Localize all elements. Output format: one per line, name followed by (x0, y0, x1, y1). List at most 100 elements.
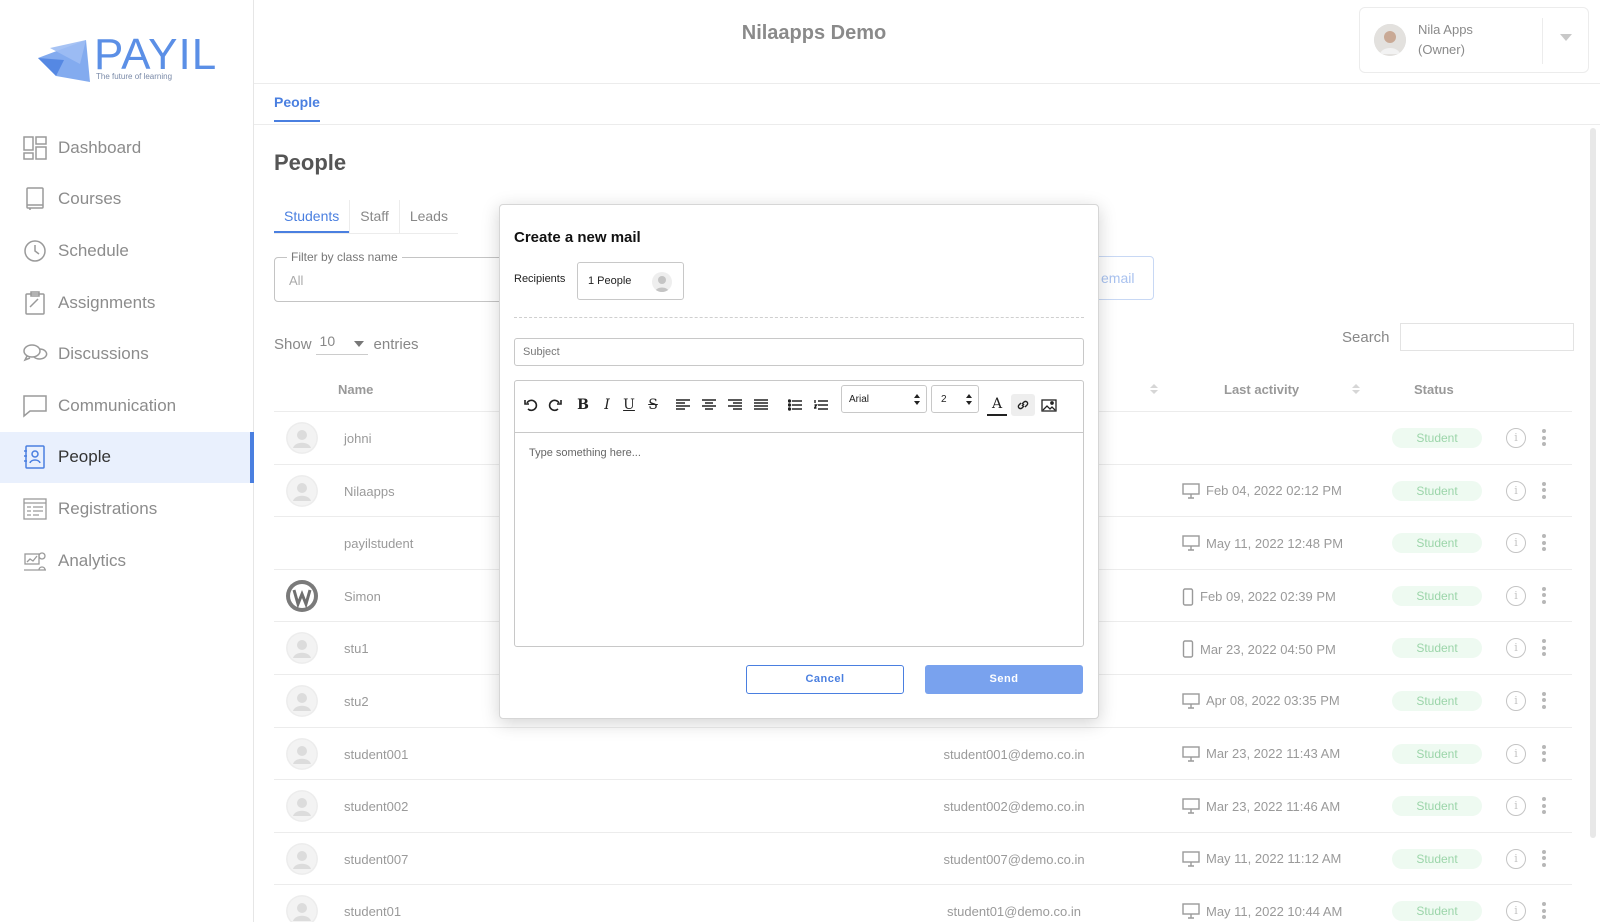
compose-mail-dialog: Create a new mail Recipients 1 People Su… (499, 204, 1099, 719)
info-icon[interactable]: i (1506, 585, 1526, 606)
sidebar-item-courses[interactable]: Courses (0, 174, 254, 226)
row-name[interactable]: student01 (344, 904, 401, 919)
more-options-icon[interactable] (1542, 902, 1546, 922)
status-badge: Student (1392, 796, 1482, 817)
sort-icon[interactable] (1150, 384, 1158, 396)
row-name[interactable]: student002 (344, 799, 408, 814)
tab-students[interactable]: Students (274, 200, 350, 233)
column-last-activity[interactable]: Last activity (1224, 382, 1299, 397)
sidebar-item-schedule[interactable]: Schedule (0, 225, 254, 277)
row-name[interactable]: johni (344, 431, 371, 446)
rich-text-editor: B I U S Arial 2 A Type something here... (514, 380, 1084, 647)
more-options-icon[interactable] (1542, 849, 1546, 870)
last-activity-text: Mar 23, 2022 11:46 AM (1206, 798, 1341, 814)
more-options-icon[interactable] (1542, 797, 1546, 817)
more-options-icon[interactable] (1542, 639, 1546, 659)
more-options-icon[interactable] (1542, 586, 1546, 607)
subject-input[interactable]: Subject (514, 338, 1084, 366)
class-filter-select[interactable]: Filter by class name All (274, 250, 504, 302)
row-email: student001@demo.co.in (943, 746, 1085, 762)
text-color-icon[interactable]: A (987, 394, 1007, 416)
strikethrough-icon[interactable]: S (643, 394, 663, 416)
tab-leads[interactable]: Leads (398, 200, 458, 233)
info-icon[interactable]: i (1506, 848, 1526, 869)
more-options-icon[interactable] (1542, 691, 1546, 712)
more-options-icon[interactable] (1542, 534, 1546, 554)
more-options-icon[interactable] (1542, 481, 1546, 502)
sidebar-item-discussions[interactable]: Discussions (0, 328, 254, 380)
row-name[interactable]: payilstudent (344, 536, 413, 551)
redo-icon[interactable] (545, 394, 565, 416)
sidebar-item-dashboard[interactable]: Dashboard (0, 122, 254, 174)
bullet-list-icon[interactable] (785, 394, 805, 416)
image-icon[interactable] (1039, 394, 1059, 416)
more-options-icon[interactable] (1542, 744, 1546, 765)
italic-icon[interactable]: I (597, 394, 617, 416)
row-name[interactable]: student001 (344, 747, 408, 762)
status-badge: Student (1392, 585, 1482, 606)
filter-value: All (289, 273, 304, 288)
email-button[interactable]: email (1090, 256, 1154, 300)
align-center-icon[interactable] (699, 394, 719, 416)
table-row[interactable]: student002 student002@demo.co.in Mar 23, 2… (274, 780, 1572, 833)
user-info: Nila Apps (Owner) (1418, 20, 1473, 60)
table-row[interactable]: student01 student01@demo.co.in May 11, 202… (274, 885, 1572, 922)
info-icon[interactable]: i (1506, 638, 1526, 659)
info-icon[interactable]: i (1506, 796, 1526, 817)
scrollbar[interactable] (1590, 128, 1596, 838)
avatar (286, 684, 318, 717)
align-left-icon[interactable] (673, 394, 693, 416)
row-name[interactable]: student007 (344, 852, 408, 867)
font-family-select[interactable]: Arial (841, 385, 927, 413)
undo-icon[interactable] (521, 394, 541, 416)
tab-staff[interactable]: Staff (349, 200, 399, 233)
payil-logo[interactable]: PAYIL The future of learning (36, 28, 226, 88)
divider (514, 317, 1084, 318)
search-input[interactable] (1399, 323, 1574, 351)
info-icon[interactable]: i (1506, 690, 1526, 711)
info-icon[interactable]: i (1506, 480, 1526, 501)
cancel-button[interactable]: Cancel (746, 665, 904, 694)
send-button[interactable]: Send (925, 665, 1083, 694)
align-justify-icon[interactable] (751, 394, 771, 416)
link-icon[interactable] (1011, 394, 1035, 416)
sidebar-item-communication[interactable]: Communication (0, 380, 254, 432)
desktop-icon (1182, 693, 1200, 709)
info-icon[interactable]: i (1506, 901, 1526, 922)
row-last-activity: Feb 09, 2022 02:39 PM (1182, 588, 1336, 606)
info-icon[interactable]: i (1506, 533, 1526, 554)
underline-icon[interactable]: U (619, 394, 639, 416)
row-name[interactable]: Nilaapps (344, 484, 395, 499)
dialog-title: Create a new mail (514, 229, 641, 246)
row-name[interactable]: stu1 (344, 641, 369, 656)
recipients-count: 1 People (588, 275, 632, 287)
bold-icon[interactable]: B (573, 394, 593, 416)
editor-body-placeholder[interactable]: Type something here... (529, 447, 641, 459)
sidebar-item-registrations[interactable]: Registrations (0, 483, 254, 535)
sidebar: PAYIL The future of learning Dashboard C… (0, 0, 254, 922)
avatar (286, 895, 318, 922)
sort-icon[interactable] (1352, 384, 1360, 396)
recipients-chip[interactable]: 1 People (577, 262, 684, 300)
table-row[interactable]: student001 student001@demo.co.in Mar 23, 2… (274, 728, 1572, 781)
more-options-icon[interactable] (1542, 429, 1546, 449)
sidebar-item-label: Communication (58, 395, 177, 415)
user-menu[interactable]: Nila Apps (Owner) (1359, 7, 1589, 73)
column-status[interactable]: Status (1414, 382, 1454, 397)
align-right-icon[interactable] (725, 394, 745, 416)
font-size-select[interactable]: 2 (931, 385, 979, 413)
sidebar-item-analytics[interactable]: Analytics (0, 535, 254, 587)
entries-select[interactable]: 10 (315, 333, 368, 355)
tab-people[interactable]: People (274, 94, 320, 122)
table-row[interactable]: student007 student007@demo.co.in May 11, 2… (274, 833, 1572, 886)
sidebar-item-people[interactable]: People (0, 431, 254, 484)
info-icon[interactable]: i (1506, 743, 1526, 764)
column-name[interactable]: Name (338, 382, 373, 397)
row-name[interactable]: Simon (344, 589, 381, 604)
entries-label: entries (373, 335, 419, 353)
row-name[interactable]: stu2 (344, 694, 369, 709)
info-icon[interactable]: i (1506, 428, 1526, 448)
chevron-down-icon[interactable] (1560, 34, 1572, 41)
numbered-list-icon[interactable] (811, 394, 831, 416)
sidebar-item-assignments[interactable]: Assignments (0, 277, 254, 329)
